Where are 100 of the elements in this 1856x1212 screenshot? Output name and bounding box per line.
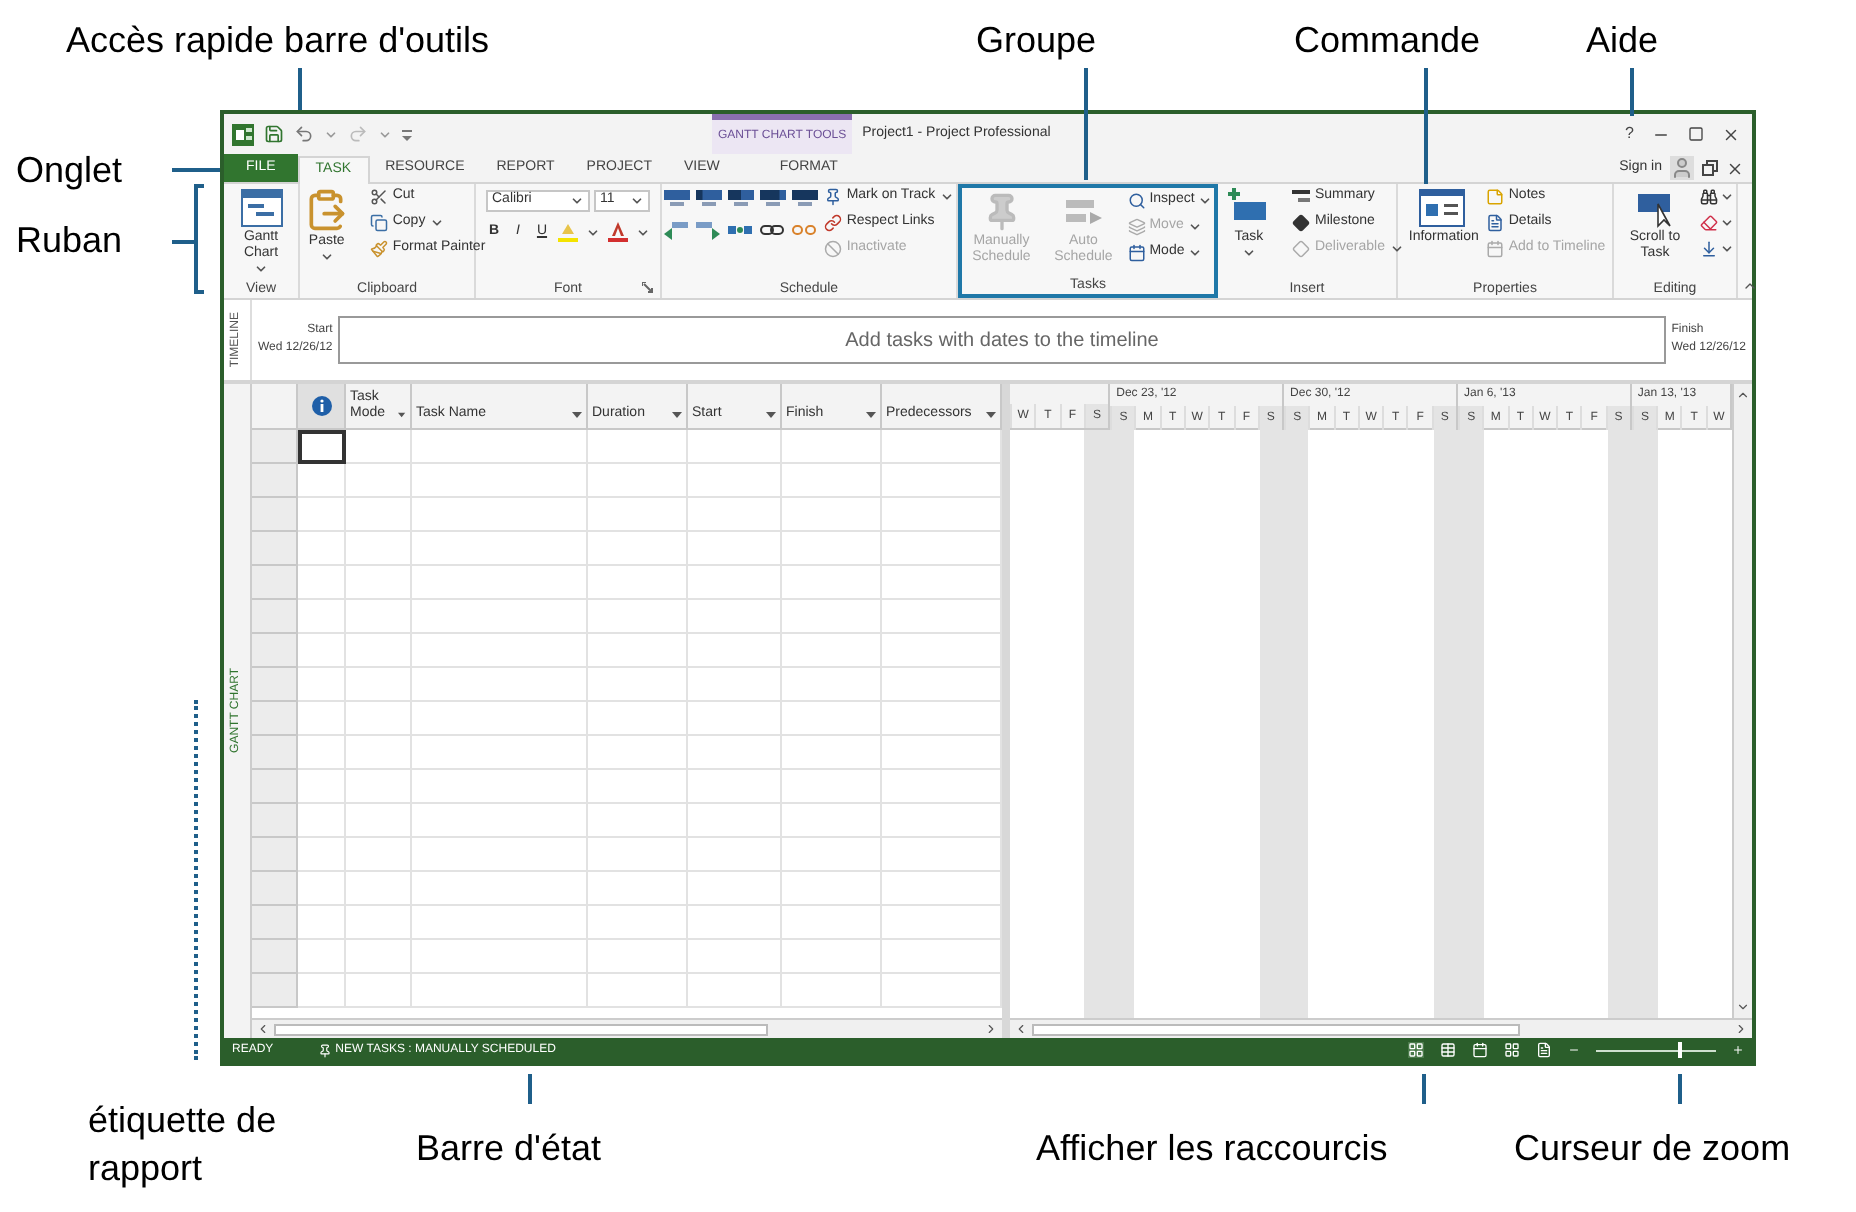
zoom-slider[interactable] [1596,1042,1716,1058]
vertical-scrollbar[interactable] [1732,384,1752,1018]
restore-icon[interactable] [1702,160,1718,176]
row-header[interactable] [252,566,298,600]
table-cell[interactable] [688,838,782,872]
row-header[interactable] [252,804,298,838]
ribbon-icon-button[interactable] [1699,236,1733,262]
row-header[interactable] [252,736,298,770]
table-cell[interactable] [688,804,782,838]
view-shortcut-icon[interactable] [1472,1042,1488,1058]
table-cell[interactable] [588,702,688,736]
table-cell[interactable] [588,974,688,1008]
table-cell[interactable] [882,872,1002,906]
scroll-left-icon[interactable] [256,1022,270,1036]
table-cell[interactable] [412,566,588,600]
scroll-left-icon[interactable] [1014,1022,1028,1036]
table-cell[interactable] [588,838,688,872]
table-cell[interactable] [782,600,882,634]
table-cell[interactable] [298,702,346,736]
table-cell[interactable] [346,940,412,974]
outdent-icon[interactable] [664,220,689,240]
table-cell[interactable] [412,634,588,668]
table-cell[interactable] [782,804,882,838]
table-cell[interactable] [782,770,882,804]
table-cell[interactable] [588,736,688,770]
table-cell[interactable] [412,770,588,804]
table-cell[interactable] [688,498,782,532]
app-logo-icon[interactable] [232,123,254,145]
table-cell[interactable] [412,872,588,906]
link-tasks-icon[interactable] [760,220,785,240]
table-cell[interactable] [782,906,882,940]
table-cell[interactable] [588,532,688,566]
table-cell[interactable] [588,872,688,906]
row-header[interactable] [252,770,298,804]
table-cell[interactable] [412,804,588,838]
table-cell[interactable] [782,838,882,872]
table-cell[interactable] [782,634,882,668]
table-cell[interactable] [882,940,1002,974]
table-cell[interactable] [782,736,882,770]
close-icon[interactable] [1722,125,1740,143]
table-cell[interactable] [782,532,882,566]
table-cell[interactable] [346,872,412,906]
percent-complete-icon[interactable] [792,190,819,208]
table-cell[interactable] [412,430,588,464]
zoom-out-icon[interactable] [1568,1044,1580,1056]
customize-toolbar-icon[interactable] [402,127,412,141]
table-cell[interactable] [782,566,882,600]
table-cell[interactable] [298,600,346,634]
table-cell[interactable] [412,736,588,770]
table-cell[interactable] [588,600,688,634]
table-cell[interactable] [588,804,688,838]
help-button[interactable]: ? [1625,122,1634,146]
table-cell[interactable] [688,736,782,770]
table-cell[interactable] [688,430,782,464]
table-cell[interactable] [588,906,688,940]
row-header[interactable] [252,838,298,872]
close-document-icon[interactable] [1726,159,1744,177]
table-cell[interactable] [346,804,412,838]
table-cell[interactable] [782,430,882,464]
scroll-down-icon[interactable] [1736,1000,1750,1014]
table-cell[interactable] [588,940,688,974]
table-cell[interactable] [298,464,346,498]
scroll-thumb[interactable] [1032,1023,1521,1035]
percent-complete-icon[interactable] [760,190,787,208]
scroll-thumb[interactable] [274,1023,769,1035]
table-cell[interactable] [298,974,346,1008]
view-shortcut-icon[interactable] [1440,1042,1456,1058]
table-cell[interactable] [688,600,782,634]
table-cell[interactable] [346,464,412,498]
table-cell[interactable] [346,736,412,770]
table-cell[interactable] [782,974,882,1008]
table-cell[interactable] [688,668,782,702]
table-cell[interactable] [882,804,1002,838]
selected-cell[interactable] [298,430,346,464]
table-cell[interactable] [346,702,412,736]
table-cell[interactable] [588,430,688,464]
row-header[interactable] [252,668,298,702]
table-cell[interactable] [882,464,1002,498]
zoom-slider-thumb[interactable] [1677,1042,1682,1058]
split-icon[interactable] [728,220,753,240]
avatar-icon[interactable] [1670,156,1694,180]
table-cell[interactable] [298,566,346,600]
table-cell[interactable] [588,770,688,804]
row-header[interactable] [252,600,298,634]
timeline-bar[interactable]: Add tasks with dates to the timeline [338,316,1666,364]
redo-icon[interactable] [348,124,368,144]
indent-icon[interactable] [696,220,721,240]
ribbon-icon-button[interactable] [1699,184,1733,210]
table-cell[interactable] [588,634,688,668]
table-cell[interactable] [782,702,882,736]
row-header[interactable] [252,872,298,906]
row-header[interactable] [252,940,298,974]
view-shortcut-icon[interactable] [1536,1042,1552,1058]
zoom-in-icon[interactable] [1732,1044,1744,1056]
row-header[interactable] [252,532,298,566]
table-cell[interactable] [412,838,588,872]
table-cell[interactable] [412,532,588,566]
table-cell[interactable] [346,566,412,600]
table-cell[interactable] [412,668,588,702]
percent-complete-icon[interactable] [664,190,691,208]
